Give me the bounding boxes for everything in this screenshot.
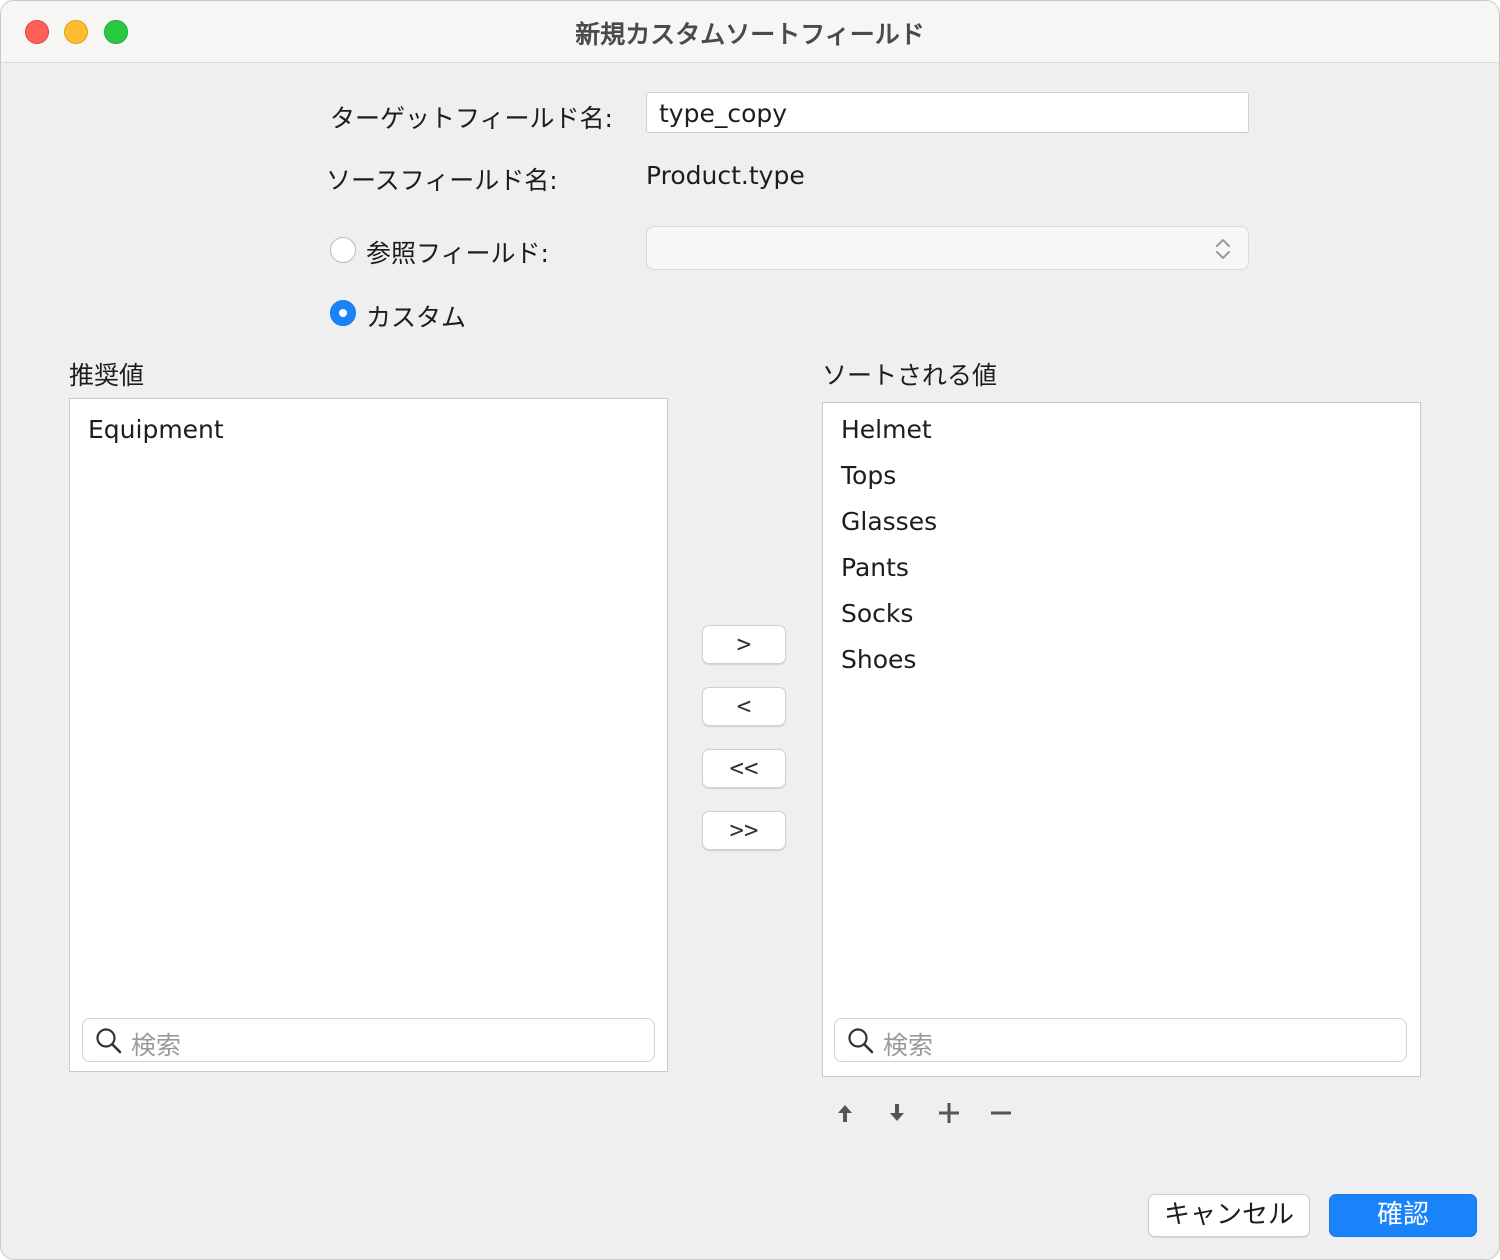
sorted-values-heading: ソートされる値 xyxy=(822,361,998,390)
move-all-left-button[interactable]: << xyxy=(702,749,786,788)
right-search-field[interactable]: 検索 xyxy=(834,1018,1407,1062)
suggested-values-list[interactable]: Equipment 検索 xyxy=(69,398,668,1072)
move-all-right-button[interactable]: >> xyxy=(702,811,786,850)
reference-field-select[interactable] xyxy=(646,226,1249,270)
left-search-field[interactable]: 検索 xyxy=(82,1018,655,1062)
source-field-label: ソースフィールド名: xyxy=(326,166,558,195)
list-item[interactable]: Shoes xyxy=(841,645,916,674)
search-placeholder: 検索 xyxy=(131,1031,182,1060)
custom-radio[interactable] xyxy=(330,300,356,326)
search-placeholder: 検索 xyxy=(883,1031,934,1060)
suggested-values-heading: 推奨値 xyxy=(69,361,145,390)
target-field-input[interactable]: type_copy xyxy=(646,92,1249,133)
list-item[interactable]: Equipment xyxy=(88,415,224,444)
arrow-up-icon[interactable] xyxy=(833,1101,857,1125)
search-icon xyxy=(96,1028,122,1054)
confirm-button[interactable]: 確認 xyxy=(1329,1194,1477,1237)
list-item[interactable]: Socks xyxy=(841,599,913,628)
title-bar: 新規カスタムソートフィールド xyxy=(1,1,1499,63)
reference-field-label: 参照フィールド: xyxy=(366,239,549,268)
custom-label: カスタム xyxy=(366,303,467,332)
move-right-button[interactable]: > xyxy=(702,625,786,664)
chevron-up-down-icon xyxy=(1216,239,1230,259)
plus-icon[interactable] xyxy=(937,1101,961,1125)
reference-field-radio[interactable] xyxy=(330,237,356,263)
sorted-values-list[interactable]: Helmet Tops Glasses Pants Socks Shoes 検索 xyxy=(822,402,1421,1077)
search-icon xyxy=(848,1028,874,1054)
list-item[interactable]: Helmet xyxy=(841,415,932,444)
list-item[interactable]: Pants xyxy=(841,553,909,582)
minus-icon[interactable] xyxy=(989,1101,1013,1125)
arrow-down-icon[interactable] xyxy=(885,1101,909,1125)
list-item[interactable]: Tops xyxy=(841,461,896,490)
window-title: 新規カスタムソートフィールド xyxy=(575,20,925,49)
move-left-button[interactable]: < xyxy=(702,687,786,726)
cancel-button[interactable]: キャンセル xyxy=(1148,1194,1310,1237)
target-field-label: ターゲットフィールド名: xyxy=(330,104,613,133)
list-item[interactable]: Glasses xyxy=(841,507,937,536)
dialog-window: 新規カスタムソートフィールド ターゲットフィールド名: type_copy ソー… xyxy=(0,0,1500,1260)
source-field-value: Product.type xyxy=(646,161,805,190)
